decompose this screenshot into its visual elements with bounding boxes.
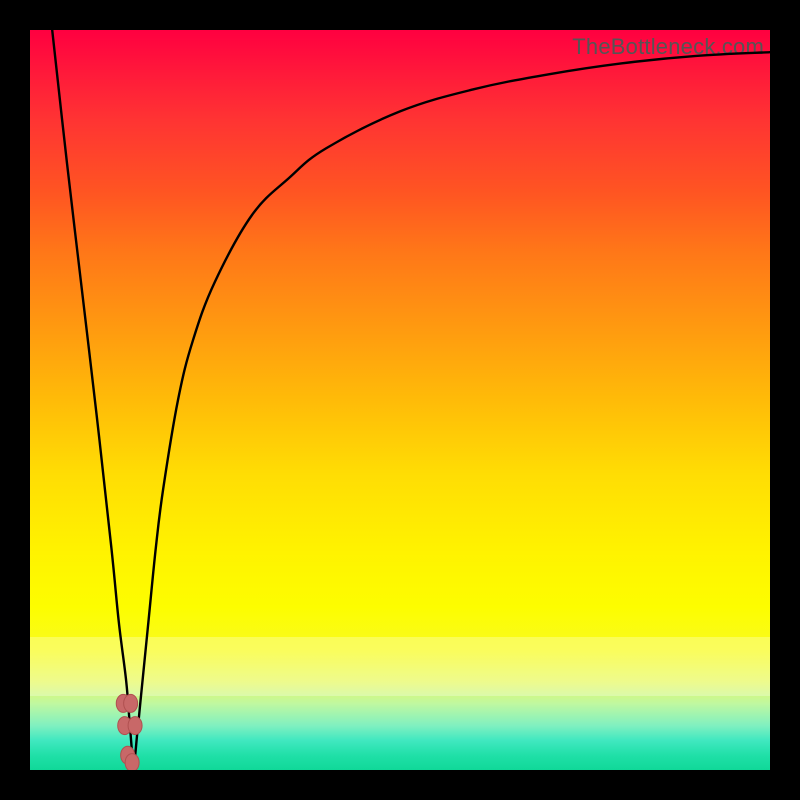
data-point	[116, 694, 130, 712]
data-point	[124, 694, 138, 712]
plot-area: TheBottleneck.com	[30, 30, 770, 770]
data-point	[128, 717, 142, 735]
chart-frame: TheBottleneck.com	[0, 0, 800, 800]
data-point	[118, 717, 132, 735]
highlighted-points	[116, 694, 142, 770]
data-point	[121, 746, 135, 764]
curve-layer	[30, 30, 770, 770]
bottleneck-curve	[52, 30, 770, 763]
highlight-band	[30, 637, 770, 696]
data-point	[125, 754, 139, 770]
watermark-text: TheBottleneck.com	[572, 34, 764, 60]
